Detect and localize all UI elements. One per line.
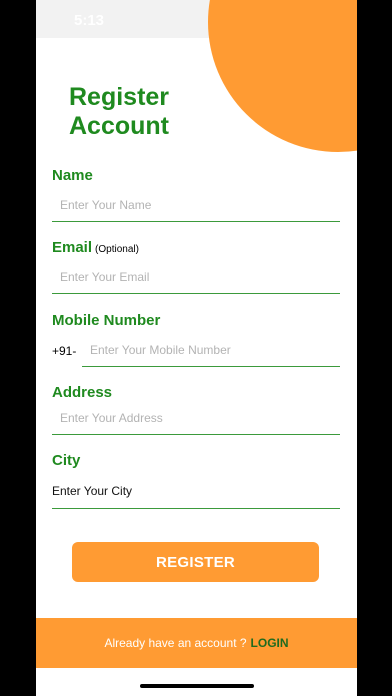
name-input[interactable]	[60, 198, 330, 212]
decorative-orange-circle	[208, 0, 357, 152]
email-input[interactable]	[60, 270, 330, 284]
mobile-field-container	[82, 339, 340, 367]
login-link[interactable]: LOGIN	[251, 636, 289, 650]
footer-bar: Already have an account ? LOGIN	[36, 618, 357, 668]
email-field-container	[52, 266, 340, 294]
mobile-input[interactable]	[90, 343, 330, 357]
email-optional-note: (Optional)	[95, 244, 139, 255]
page-title: Register Account	[69, 83, 169, 141]
email-label: Email	[52, 239, 93, 256]
address-field-container	[52, 407, 340, 435]
name-label: Name	[52, 167, 93, 184]
mobile-country-prefix: +91-	[52, 344, 77, 358]
page-title-line-1: Register	[69, 83, 170, 111]
mobile-label: Mobile Number	[52, 312, 161, 329]
name-field-container	[52, 194, 340, 222]
address-input[interactable]	[60, 411, 330, 425]
register-screen: 5:13 Register Account Name Email(Optiona…	[36, 0, 357, 696]
city-select-value: Enter Your City	[52, 484, 133, 498]
email-label-group: Email (Optional)	[52, 239, 139, 256]
register-button[interactable]: REGISTER	[72, 542, 319, 582]
city-select[interactable]: Enter Your City	[52, 480, 340, 509]
address-label: Address	[52, 384, 113, 401]
status-time: 5:13	[74, 12, 105, 29]
city-label: City	[52, 452, 81, 469]
page-title-line-2: Account	[69, 112, 169, 140]
login-prompt: Already have an account ?	[104, 636, 247, 650]
home-indicator	[140, 684, 254, 688]
